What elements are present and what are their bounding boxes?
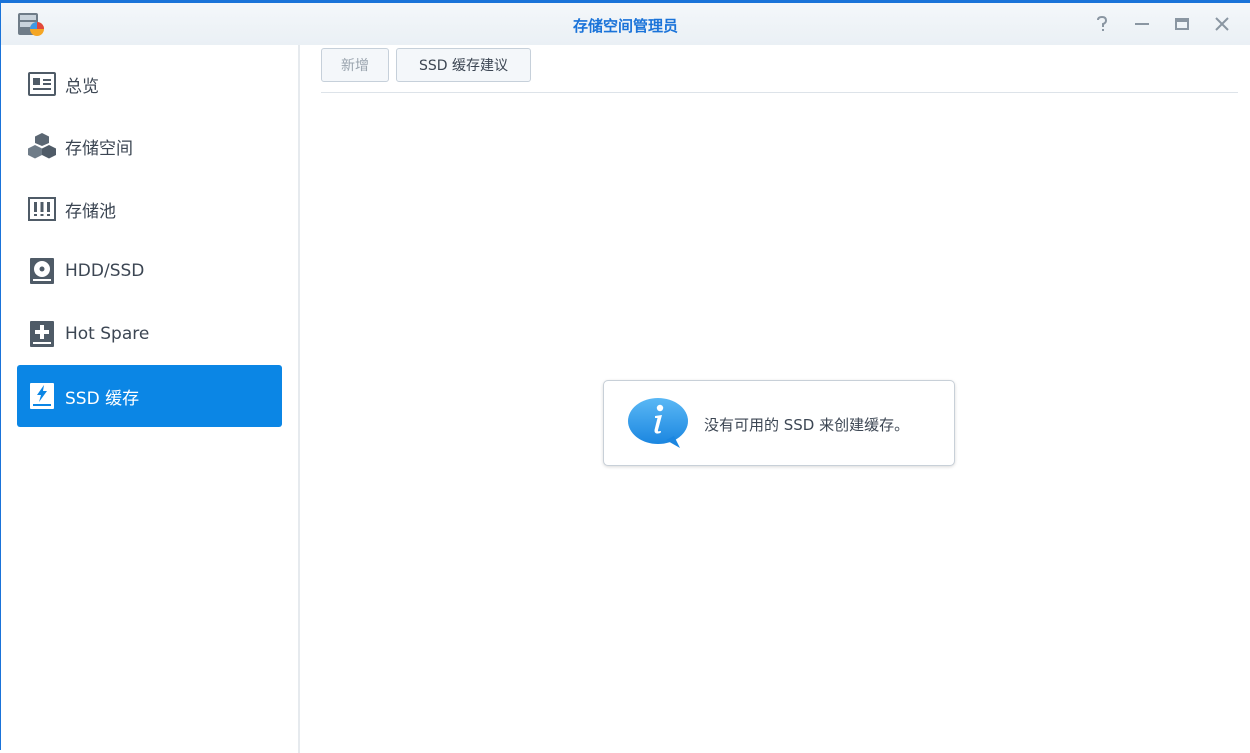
help-button[interactable] [1091,13,1113,35]
add-button[interactable]: 新增 [321,48,389,82]
sidebar-item-ssd-cache[interactable]: SSD 缓存 [17,365,282,427]
app-window: 存储空间管理员 总览 存储空间 存储池 HDD/SSD Hot Spare SS… [0,0,1250,753]
close-button[interactable] [1211,13,1233,35]
ssd-cache-icon [27,381,57,411]
minimize-icon [1135,23,1149,25]
maximize-icon [1175,18,1189,30]
sidebar-item-storage-pool[interactable]: 存储池 [17,178,282,240]
info-icon [628,398,688,448]
toolbar-divider [321,92,1238,93]
storage-pool-icon [27,194,57,224]
ssd-cache-advisor-button[interactable]: SSD 缓存建议 [396,48,531,82]
window-title: 存储空间管理员 [572,17,678,35]
title-bar: 存储空间管理员 [1,3,1250,45]
sidebar-item-volume[interactable]: 存储空间 [17,115,282,177]
empty-state-text: 没有可用的 SSD 来创建缓存。 [704,416,910,434]
sidebar-item-label: Hot Spare [65,324,150,344]
sidebar-item-hdd-ssd[interactable]: HDD/SSD [17,240,282,302]
disk-icon [27,256,57,286]
sidebar-item-label: HDD/SSD [65,261,145,281]
volume-cubes-icon [27,131,57,161]
hot-spare-icon [27,319,57,349]
minimize-button[interactable] [1131,13,1153,35]
sidebar: 总览 存储空间 存储池 HDD/SSD Hot Spare SSD 缓存 [2,45,300,753]
sidebar-item-label: 存储池 [65,201,116,222]
sidebar-item-overview[interactable]: 总览 [17,53,282,115]
sidebar-item-hot-spare[interactable]: Hot Spare [17,303,282,365]
overview-icon [27,69,57,99]
help-icon [1097,16,1108,31]
maximize-button[interactable] [1171,13,1193,35]
sidebar-item-label: SSD 缓存 [65,388,140,409]
empty-state-message: 没有可用的 SSD 来创建缓存。 [603,380,955,466]
sidebar-item-label: 存储空间 [65,138,133,159]
sidebar-item-label: 总览 [65,76,99,97]
main-panel: 新增 SSD 缓存建议 没有可用的 SSD 来创建缓存。 [301,45,1250,753]
close-icon [1215,17,1229,31]
